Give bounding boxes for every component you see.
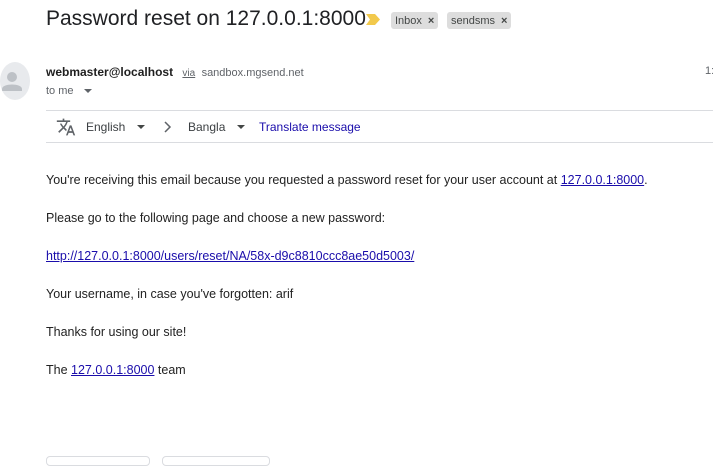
source-language-label: English xyxy=(86,119,126,134)
sender-line: webmaster@localhost via sandbox.mgsend.n… xyxy=(46,65,304,79)
important-marker-icon[interactable] xyxy=(366,14,380,25)
translate-icon xyxy=(56,111,76,142)
close-icon[interactable]: × xyxy=(428,15,434,27)
label-name: Inbox xyxy=(395,14,422,27)
label-chip-inbox: Inbox × xyxy=(391,12,439,29)
label-chip-sendsms: sendsms × xyxy=(447,12,512,29)
avatar-person-icon xyxy=(2,72,22,91)
chevron-down-icon xyxy=(83,89,92,93)
body-line-username: Your username, in case you've forgotten:… xyxy=(46,287,294,301)
chevron-right-icon xyxy=(163,111,173,142)
reset-password-link[interactable]: http://127.0.0.1:8000/users/reset/NA/58x… xyxy=(46,249,414,263)
reply-button[interactable] xyxy=(46,456,150,466)
body-line-intro: You're receiving this email because you … xyxy=(46,173,648,187)
avatar[interactable] xyxy=(0,62,30,100)
body-text: The xyxy=(46,363,72,377)
body-line-thanks: Thanks for using our site! xyxy=(46,325,187,339)
recipient-dropdown[interactable]: to me xyxy=(46,85,92,97)
email-subject: Password reset on 127.0.0.1:8000 xyxy=(46,7,366,30)
target-language-select[interactable]: Bangla xyxy=(188,111,246,142)
via-domain: sandbox.mgsend.net xyxy=(201,67,304,79)
chevron-down-icon xyxy=(237,124,246,129)
body-line-signature: The 127.0.0.1:8000 team xyxy=(46,363,186,377)
label-name: sendsms xyxy=(451,14,496,27)
forward-button[interactable] xyxy=(162,456,270,466)
message-time: 1: xyxy=(705,65,713,77)
site-link[interactable]: 127.0.0.1:8000 xyxy=(561,173,644,187)
close-icon[interactable]: × xyxy=(501,15,507,27)
source-language-select[interactable]: English xyxy=(86,111,146,142)
body-line-reset: http://127.0.0.1:8000/users/reset/NA/58x… xyxy=(46,249,414,263)
site-link[interactable]: 127.0.0.1:8000 xyxy=(71,363,154,377)
body-text: . xyxy=(644,173,648,187)
translate-message-link[interactable]: Translate message xyxy=(259,111,361,142)
translate-bar: English Bangla Translate message xyxy=(46,110,713,143)
chevron-down-icon xyxy=(137,124,146,129)
body-line-instruction: Please go to the following page and choo… xyxy=(46,211,386,225)
body-text: You're receiving this email because you … xyxy=(46,173,561,187)
target-language-label: Bangla xyxy=(188,119,226,134)
translate-message-label: Translate message xyxy=(259,119,361,134)
via-link[interactable]: via xyxy=(182,68,195,79)
body-text: team xyxy=(154,363,186,377)
sender-name[interactable]: webmaster@localhost xyxy=(46,65,173,79)
recipient-label: to me xyxy=(46,85,74,97)
